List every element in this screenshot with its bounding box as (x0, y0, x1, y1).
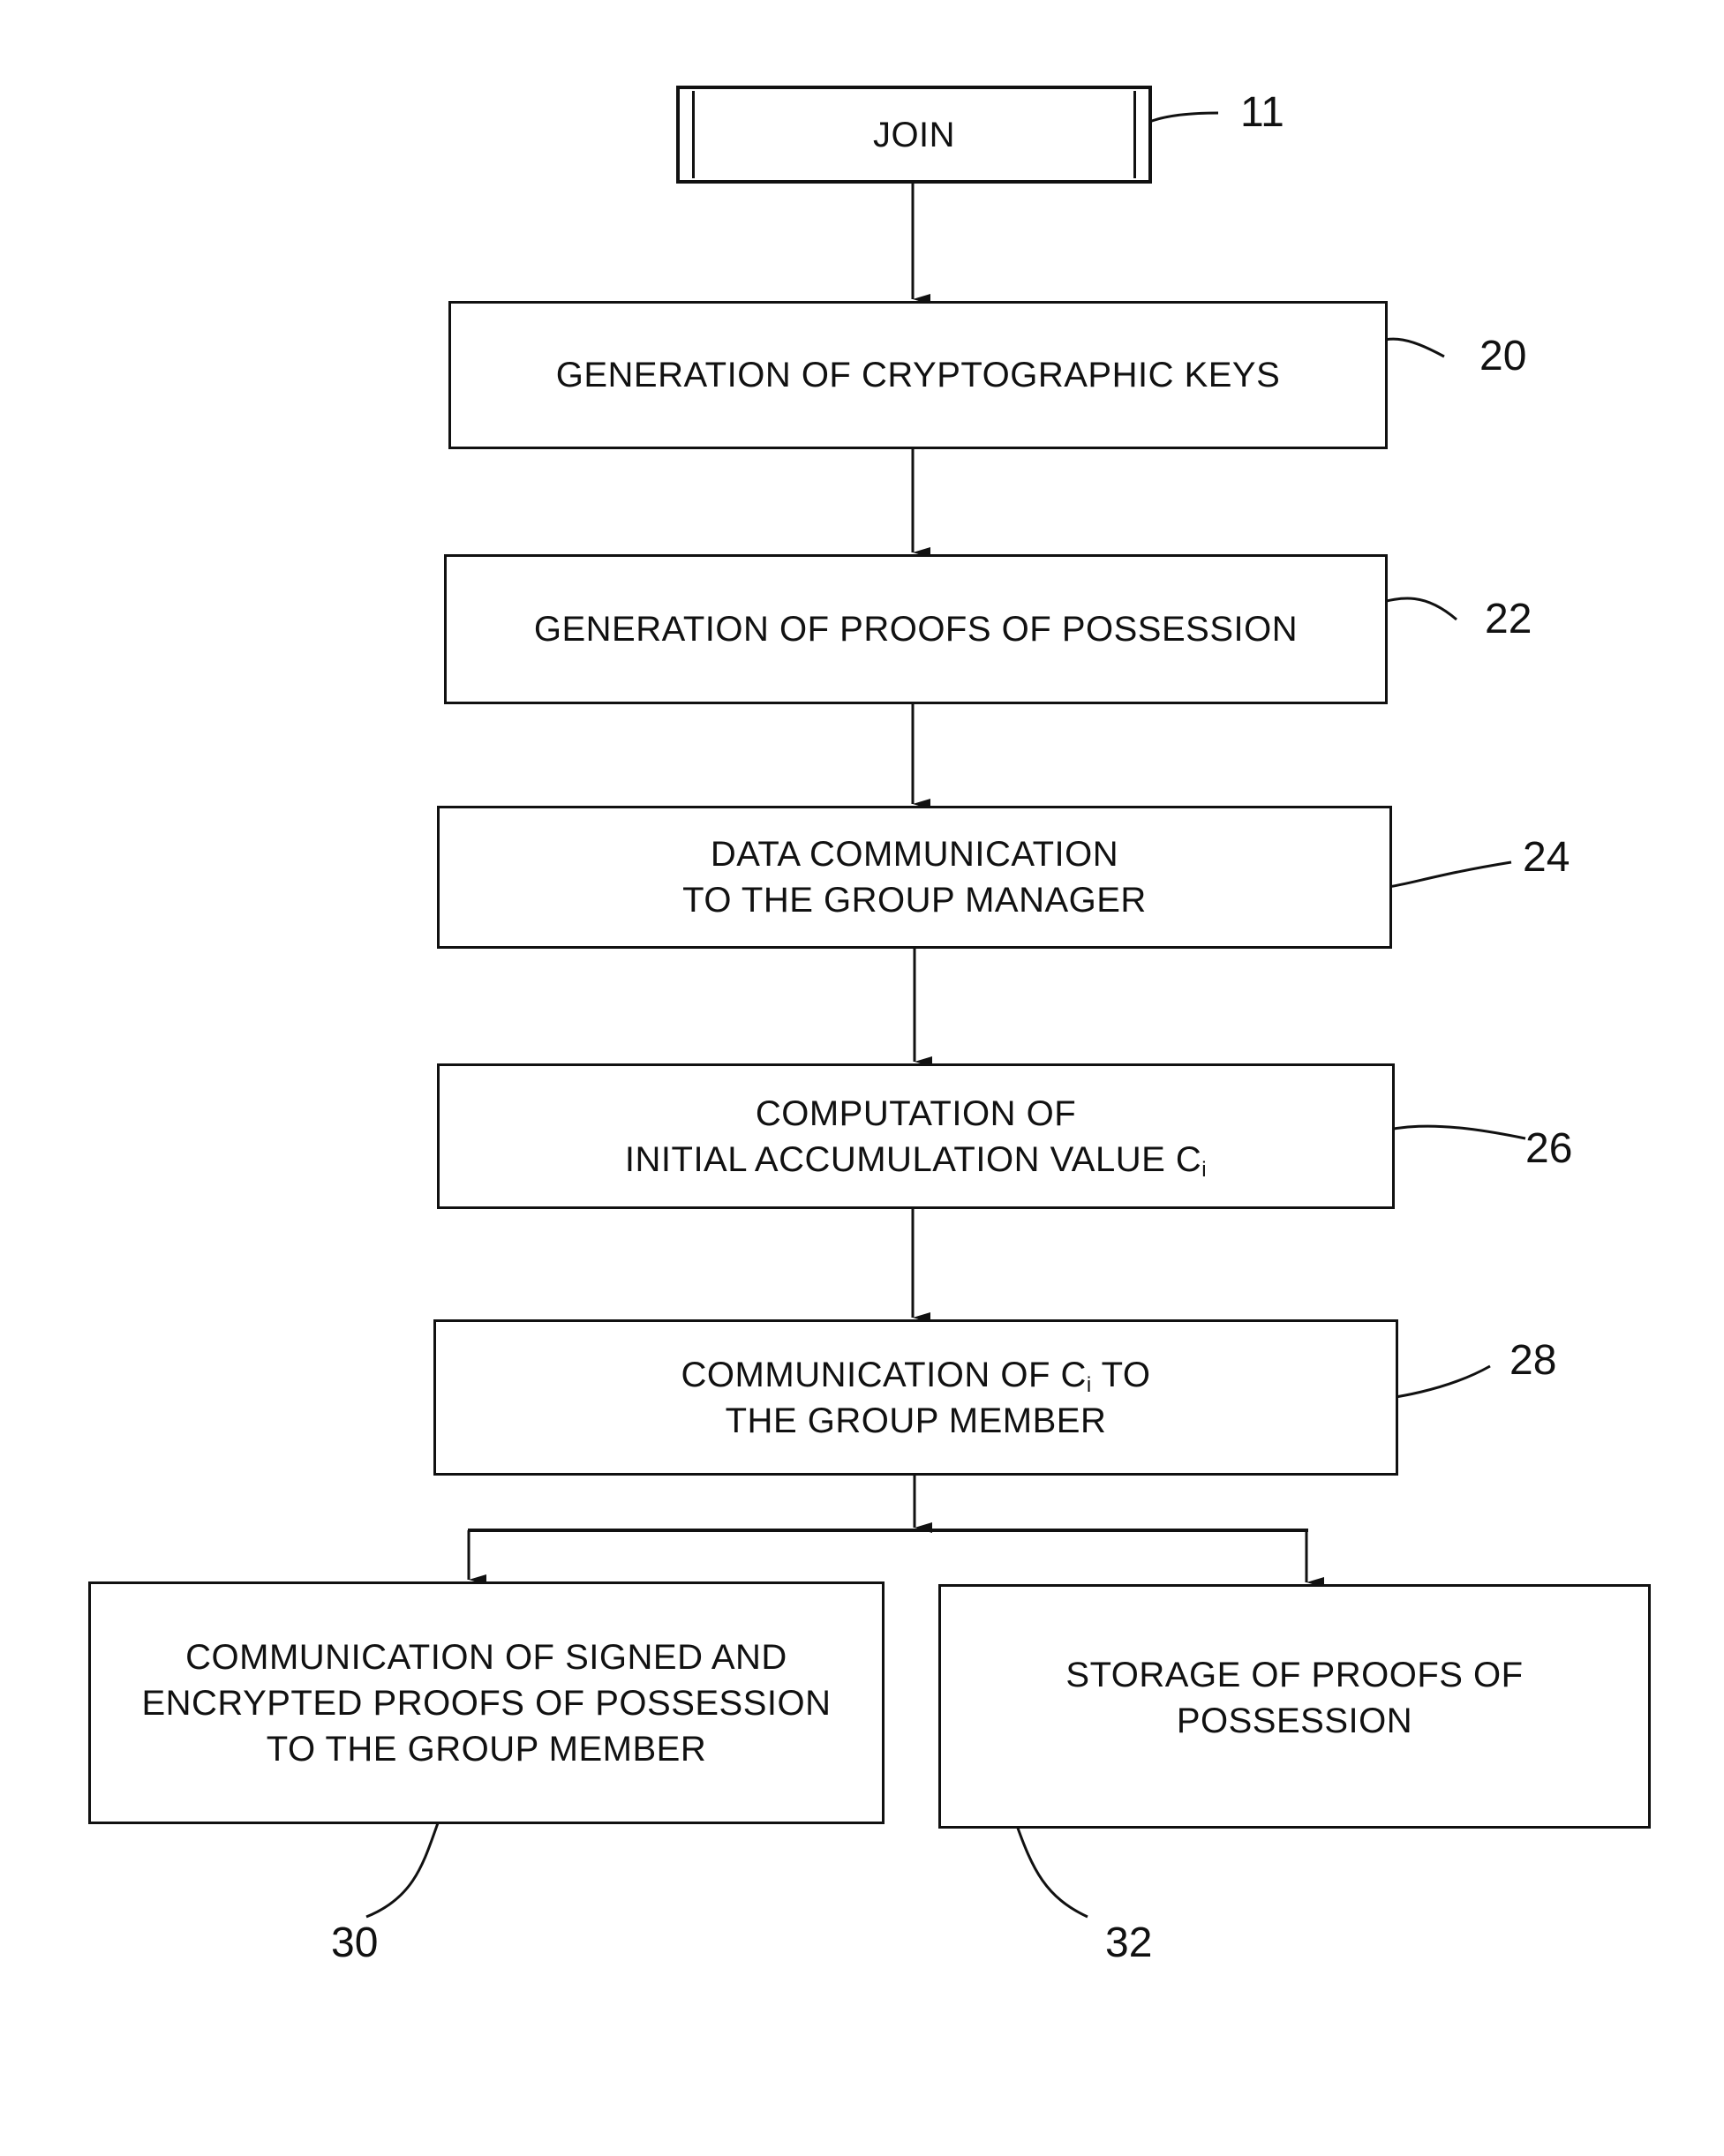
ref-number-26: 26 (1525, 1125, 1573, 1172)
step-26-label-line-1: COMPUTATION OF (755, 1093, 1077, 1133)
step-24-label-line-2: TO THE GROUP MANAGER (682, 881, 1147, 920)
leader-line-32 (1013, 1820, 1088, 1919)
ref-number-22: 22 (1485, 596, 1532, 642)
ref-number-30: 30 (331, 1919, 379, 1966)
step-join: JOIN (676, 86, 1152, 184)
ref-number-24: 24 (1523, 834, 1570, 881)
step-generation-of-proofs: GENERATION OF PROOFS OF POSSESSION (444, 554, 1388, 704)
step-storage-of-proofs: STORAGE OF PROOFS OF POSSESSION (938, 1584, 1651, 1829)
ref-number-20: 20 (1479, 333, 1527, 379)
step-28-label-pre: COMMUNICATION OF C (681, 1355, 1087, 1394)
step-join-label: JOIN (872, 115, 956, 154)
step-communication-of-ci: COMMUNICATION OF Ci TO THE GROUP MEMBER (433, 1319, 1398, 1476)
step-24-label-line-1: DATA COMMUNICATION (710, 835, 1119, 874)
step-30-label-line-3: TO THE GROUP MEMBER (266, 1729, 707, 1769)
step-26-label-line-2: INITIAL ACCUMULATION VALUE C (624, 1139, 1202, 1179)
step-30-label-line-2: ENCRYPTED PROOFS OF POSSESSION (141, 1683, 832, 1723)
step-28-label-post: TO (1091, 1355, 1151, 1394)
ref-number-32: 32 (1105, 1919, 1153, 1966)
leader-line-30 (365, 1820, 440, 1919)
ref-number-11: 11 (1240, 89, 1284, 136)
step-generation-of-keys: GENERATION OF CRYPTOGRAPHIC KEYS (448, 301, 1388, 449)
ref-number-28: 28 (1509, 1337, 1557, 1384)
step-data-communication: DATA COMMUNICATION TO THE GROUP MANAGER (437, 806, 1392, 949)
step-30-label-line-1: COMMUNICATION OF SIGNED AND (185, 1637, 787, 1677)
step-20-label: GENERATION OF CRYPTOGRAPHIC KEYS (555, 356, 1281, 394)
step-computation-accumulation: COMPUTATION OF INITIAL ACCUMULATION VALU… (437, 1063, 1395, 1209)
step-28-label-line-2: THE GROUP MEMBER (725, 1401, 1107, 1440)
step-32-label-line-2: POSSESSION (1176, 1701, 1413, 1740)
step-communication-signed-proofs: COMMUNICATION OF SIGNED AND ENCRYPTED PR… (88, 1581, 885, 1824)
step-32-label-line-1: STORAGE OF PROOFS OF (1065, 1655, 1524, 1694)
step-22-label: GENERATION OF PROOFS OF POSSESSION (533, 610, 1299, 649)
step-26-subscript: i (1201, 1157, 1208, 1182)
